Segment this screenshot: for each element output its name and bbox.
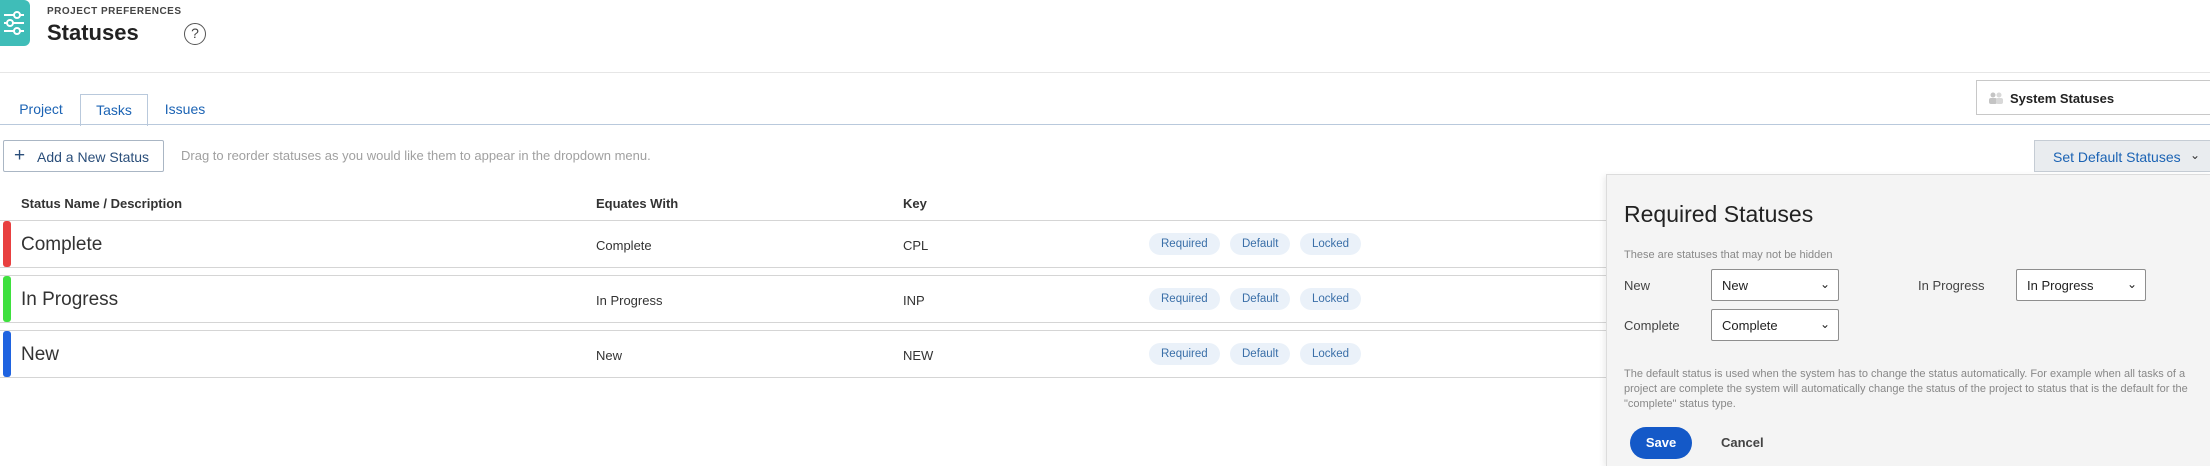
default-badge: Default	[1230, 288, 1291, 310]
table-row[interactable]: Complete Complete CPL Required Default L…	[0, 220, 1610, 268]
add-new-status-button[interactable]: + Add a New Status	[3, 140, 164, 172]
plus-icon: +	[14, 145, 26, 166]
required-badge: Required	[1149, 343, 1220, 365]
status-name: Complete	[21, 234, 103, 255]
drag-hint-text: Drag to reorder statuses as you would li…	[181, 148, 651, 163]
default-badge: Default	[1230, 343, 1291, 365]
tab-divider	[0, 124, 2210, 125]
save-button[interactable]: Save	[1630, 427, 1692, 459]
table-row[interactable]: New New NEW Required Default Locked	[0, 330, 1610, 378]
status-color-swatch	[3, 221, 11, 267]
chevron-down-icon: ⌄	[1819, 317, 1830, 331]
column-header-key: Key	[903, 196, 927, 211]
locked-badge: Locked	[1300, 343, 1362, 365]
locked-badge: Locked	[1300, 288, 1362, 310]
status-key: NEW	[903, 348, 934, 363]
sliders-icon	[4, 11, 24, 35]
popover-subtitle: These are statuses that may not be hidde…	[1624, 249, 1833, 261]
locked-badge: Locked	[1300, 233, 1362, 255]
add-new-status-label: Add a New Status	[37, 149, 150, 165]
tab-project[interactable]: Project	[18, 94, 64, 125]
tab-tasks[interactable]: Tasks	[80, 94, 148, 126]
chevron-down-icon: ⌄	[2126, 277, 2137, 291]
complete-field-label: Complete	[1624, 318, 1680, 333]
system-statuses-label: System Statuses	[2010, 91, 2115, 106]
status-key: CPL	[903, 238, 929, 253]
users-icon	[1989, 92, 2003, 104]
breadcrumb: PROJECT PREFERENCES	[47, 6, 182, 17]
new-status-value: New	[1722, 278, 1749, 293]
default-status-note: The default status is used when the syst…	[1624, 368, 2188, 410]
required-badge: Required	[1149, 233, 1220, 255]
status-name: New	[21, 344, 60, 365]
popover-title: Required Statuses	[1624, 201, 1814, 227]
default-badge: Default	[1230, 233, 1291, 255]
in-progress-status-select[interactable]: In Progress ⌄	[2016, 269, 2146, 301]
column-header-name: Status Name / Description	[21, 196, 183, 211]
status-equates: In Progress	[596, 293, 663, 308]
status-equates: New	[596, 348, 623, 363]
chevron-down-icon: ⌄	[2190, 148, 2201, 162]
cancel-button[interactable]: Cancel	[1721, 435, 1764, 450]
status-color-swatch	[3, 276, 11, 322]
tab-issues[interactable]: Issues	[164, 94, 206, 125]
required-statuses-popover: Required Statuses These are statuses tha…	[1606, 174, 2210, 466]
app-preferences-icon	[0, 0, 30, 46]
column-header-equates: Equates With	[596, 196, 679, 211]
help-icon[interactable]: ?	[184, 23, 206, 45]
complete-status-select[interactable]: Complete ⌄	[1711, 309, 1839, 341]
status-equates: Complete	[596, 238, 652, 253]
new-status-select[interactable]: New ⌄	[1711, 269, 1839, 301]
set-default-statuses-label: Set Default Statuses	[2053, 149, 2181, 165]
status-name: In Progress	[21, 289, 119, 310]
system-statuses-panel[interactable]: System Statuses	[1976, 80, 2210, 115]
chevron-down-icon: ⌄	[1819, 277, 1830, 291]
header-divider	[0, 72, 2210, 73]
in-progress-field-label: In Progress	[1918, 278, 1985, 293]
in-progress-status-value: In Progress	[2027, 278, 2094, 293]
status-key: INP	[903, 293, 925, 308]
new-field-label: New	[1624, 278, 1651, 293]
page-title: Statuses	[47, 20, 139, 45]
set-default-statuses-button[interactable]: Set Default Statuses ⌄	[2034, 140, 2210, 172]
required-badge: Required	[1149, 288, 1220, 310]
complete-status-value: Complete	[1722, 318, 1778, 333]
table-row[interactable]: In Progress In Progress INP Required Def…	[0, 275, 1610, 323]
status-color-swatch	[3, 331, 11, 377]
